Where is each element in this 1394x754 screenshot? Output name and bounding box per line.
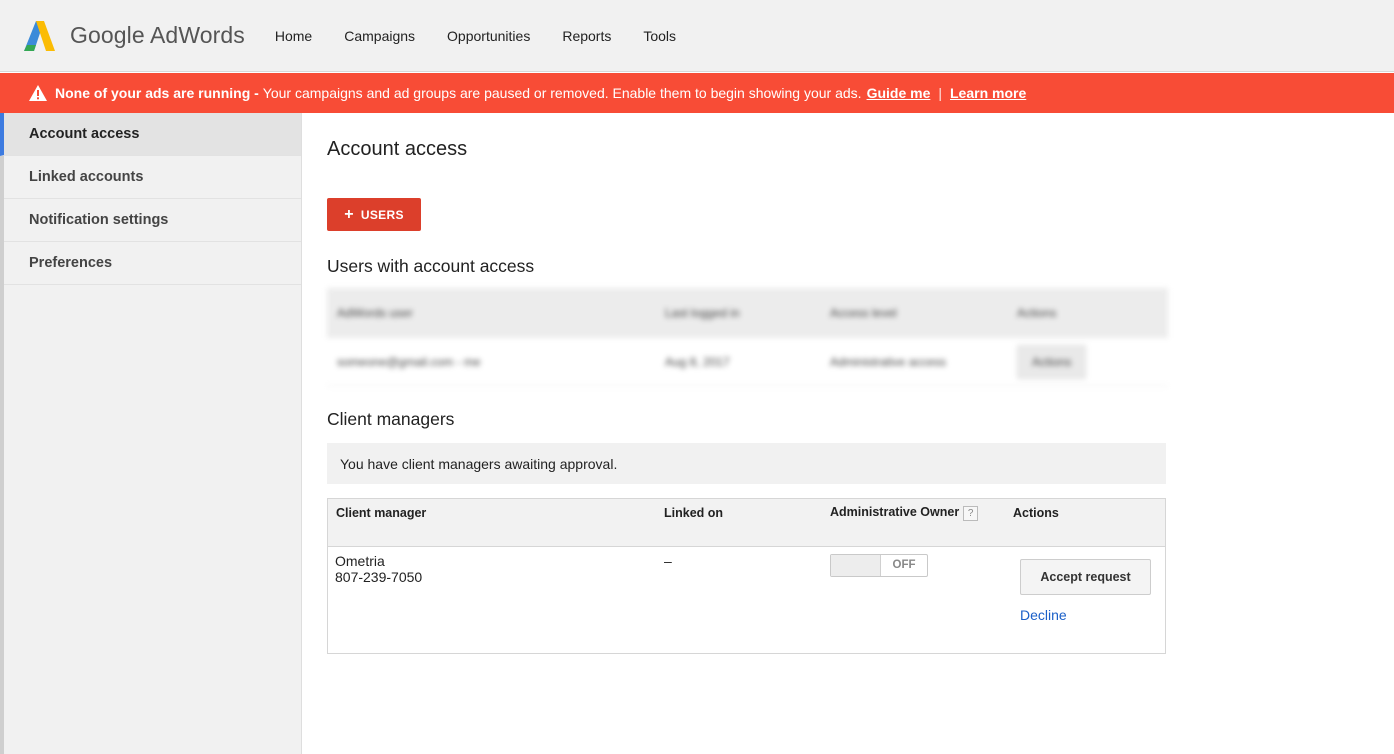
table-row: someone@gmail.com - me Aug 8, 2017 Admin… — [327, 338, 1168, 386]
toggle-knob — [831, 555, 881, 576]
alert-bold-text: None of your ads are running - — [55, 85, 259, 101]
sidebar-item-label: Notification settings — [29, 212, 169, 228]
toggle-state-label: OFF — [892, 559, 916, 571]
cm-table-header: Client manager Linked on Administrative … — [328, 499, 1165, 547]
learn-more-link[interactable]: Learn more — [950, 85, 1026, 101]
main-nav: Home Campaigns Opportunities Reports Too… — [275, 28, 708, 44]
alert-banner: None of your ads are running - Your camp… — [0, 73, 1394, 113]
sidebar-item-label: Preferences — [29, 255, 113, 271]
col-linked-on: Linked on — [664, 506, 724, 520]
alert-separator: | — [938, 85, 942, 101]
col-last-logged-in: Last logged in — [665, 306, 740, 320]
table-row: Ometria 807-239-7050 – OFF Accept reques… — [328, 547, 1165, 653]
col-administrative-owner-label: Administrative Owner — [830, 505, 960, 519]
nav-tools[interactable]: Tools — [643, 28, 676, 44]
top-header: Google AdWords Home Campaigns Opportunit… — [0, 0, 1394, 72]
users-table-header: AdWords user Last logged in Access level… — [327, 288, 1168, 338]
nav-opportunities[interactable]: Opportunities — [447, 28, 530, 44]
help-icon[interactable]: ? — [963, 506, 979, 521]
adwords-logo[interactable]: Google AdWords — [24, 20, 245, 51]
linked-on-value: – — [664, 553, 672, 569]
user-email: someone@gmail.com - me — [337, 354, 481, 369]
accept-request-button[interactable]: Accept request — [1020, 559, 1151, 595]
awaiting-text: You have client managers awaiting approv… — [340, 455, 618, 472]
nav-reports[interactable]: Reports — [562, 28, 611, 44]
client-manager-cell: Ometria 807-239-7050 — [335, 553, 422, 585]
col-actions: Actions — [1017, 306, 1057, 320]
col-administrative-owner: Administrative Owner? — [830, 505, 979, 521]
page-title: Account access — [327, 138, 468, 160]
col-access-level: Access level — [830, 306, 897, 320]
access-level: Administrative access — [830, 354, 947, 369]
decline-link[interactable]: Decline — [1020, 607, 1067, 623]
users-table: AdWords user Last logged in Access level… — [327, 288, 1168, 386]
col-actions: Actions — [1013, 506, 1059, 520]
users-section-title: Users with account access — [327, 256, 535, 276]
client-managers-table: Client manager Linked on Administrative … — [327, 498, 1166, 654]
sidebar: Account access Linked accounts Notificat… — [0, 113, 302, 754]
alert-message: Your campaigns and ad groups are paused … — [262, 85, 862, 101]
sidebar-item-notification-settings[interactable]: Notification settings — [4, 199, 301, 242]
logo-text: Google AdWords — [70, 22, 245, 48]
last-logged-in: Aug 8, 2017 — [665, 354, 730, 369]
warning-icon — [29, 85, 47, 101]
client-manager-name: Ometria — [335, 553, 385, 569]
col-adwords-user: AdWords user — [337, 306, 413, 320]
client-managers-title: Client managers — [327, 409, 455, 429]
sidebar-item-preferences[interactable]: Preferences — [4, 242, 301, 285]
sidebar-item-account-access[interactable]: Account access — [0, 113, 301, 156]
sidebar-item-label: Linked accounts — [29, 169, 144, 185]
sidebar-item-linked-accounts[interactable]: Linked accounts — [4, 156, 301, 199]
adwords-logo-icon — [24, 20, 55, 51]
add-users-label: USERS — [360, 207, 404, 222]
sidebar-item-label: Account access — [29, 126, 140, 142]
user-actions-button[interactable]: Actions — [1017, 344, 1087, 379]
nav-campaigns[interactable]: Campaigns — [344, 28, 415, 44]
add-users-button[interactable]: + USERS — [327, 198, 421, 231]
col-client-manager: Client manager — [336, 506, 427, 520]
nav-home[interactable]: Home — [275, 28, 312, 44]
plus-icon: + — [344, 205, 354, 223]
administrative-owner-toggle[interactable]: OFF — [830, 554, 928, 577]
awaiting-approval-notice: You have client managers awaiting approv… — [327, 443, 1166, 484]
guide-me-link[interactable]: Guide me — [867, 85, 931, 101]
client-manager-id: 807-239-7050 — [335, 569, 423, 585]
